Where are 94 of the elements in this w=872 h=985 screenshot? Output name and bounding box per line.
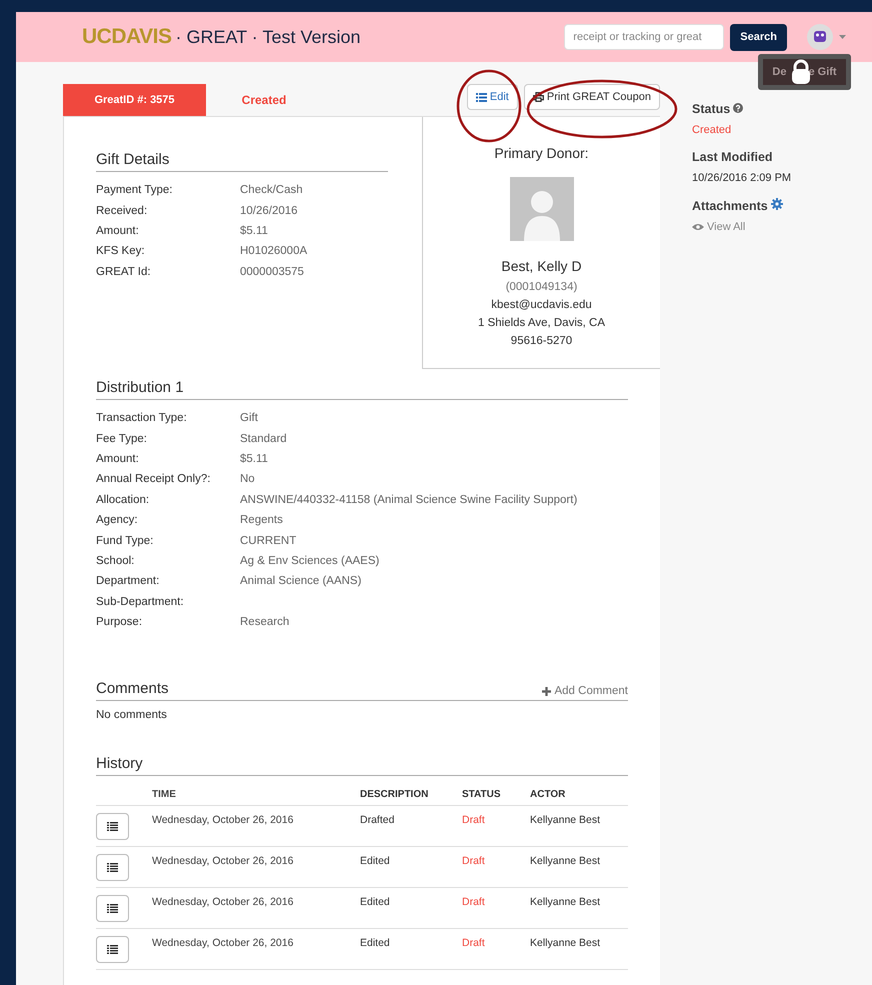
donor-email: kbest@ucdavis.edu [491,298,592,313]
field-label: Fee Type: [96,432,148,445]
field-label: Fund Type: [96,534,154,547]
field-value: ANSWINE/440332-41158 (Animal Science Swine Facility Support) [240,494,578,506]
details-button[interactable] [96,813,129,840]
search-field[interactable]: receipt or tracking or great [564,24,724,50]
tab[interactable]: Created [206,84,322,116]
field-value: 10/26/2016 [240,204,298,217]
field-label: Department: [96,575,160,588]
list-icon [107,822,118,832]
table-cell-text: Draft [462,855,486,870]
search-button[interactable]: Search [730,24,787,50]
column-header: TIME [152,789,177,802]
section-title: Distribution 1 [96,379,628,400]
field-label: Sub-Department: [96,596,185,608]
app-title: · GREAT · Test Version [175,26,361,48]
field-value: H01026000A [240,245,308,258]
view-all-link[interactable]: View All [692,221,852,233]
field-value: Gift [240,412,258,424]
details-button[interactable] [96,895,129,922]
list-icon [107,904,118,914]
column-header: ACTOR [530,789,566,802]
details-button[interactable] [96,936,129,964]
table-cell-text: Wednesday, October 26, 2016 [152,896,294,910]
donor-id: (0001049134) [506,280,578,295]
field-value: Check/Cash [240,184,303,196]
field-label: GREAT Id: [96,266,152,278]
list-icon [107,863,118,872]
field-label: Agency: [96,514,139,526]
table-cell-text: Wednesday, October 26, 2016 [152,814,294,828]
donor-name: Best, Kelly D [501,258,582,274]
field-label: Amount: [96,224,140,237]
modified-label: Last Modified [692,150,774,164]
lock-icon [791,59,811,85]
field-label: Annual Receipt Only?: [96,473,212,486]
empty-message: No comments [96,709,168,722]
donor-zip: 95616-5270 [510,334,572,349]
field-value: 0000003575 [240,266,304,278]
field-value: Animal Science (AANS) [240,575,362,588]
eye-icon [692,223,704,231]
column-header: STATUS [462,789,502,802]
field-label: Received: [96,204,148,217]
field-value: Ag & Env Sciences (AAES) [240,554,380,567]
avatar-placeholder [510,177,574,241]
table-cell-text: Kellyanne Best [530,896,602,910]
table-cell-text: Edited [360,937,391,952]
field-label: Amount: [96,452,140,465]
section-title: Comments [96,680,169,698]
field-value: $5.11 [240,452,268,465]
modified-value: 10/26/2016 2:09 PM [692,172,792,184]
section-title: Gift Details [96,151,388,172]
list-icon [107,945,118,954]
table-cell-text: Drafted [360,814,396,828]
help-icon[interactable] [733,102,744,116]
field-value: Regents [240,514,283,526]
status-value: Created [692,124,732,136]
settings-icon[interactable] [770,198,783,213]
column-header: DESCRIPTION [360,789,430,802]
table-cell-text: Wednesday, October 26, 2016 [152,937,294,952]
attachments-label: Attachments [692,198,768,212]
table-cell-text: Kellyanne Best [530,855,602,870]
table-cell-text: Draft [462,814,486,828]
tab[interactable]: GreatID #: 3575 [63,84,206,116]
section-title: History [96,755,628,776]
table-cell-text: Edited [360,855,391,870]
table-cell-text: Kellyanne Best [530,814,602,828]
donor-title: Primary Donor: [494,145,589,161]
field-label: Purpose: [96,616,144,628]
field-label: School: [96,554,136,567]
donor-address: 1 Shields Ave, Davis, CA [478,316,605,331]
add-comment-link[interactable]: Add Comment [542,685,628,698]
table-cell-text: Draft [462,896,486,910]
table-cell-text: Edited [360,896,391,910]
print-icon [532,92,544,102]
table-cell-text: Draft [462,937,486,952]
avatar-icon[interactable] [807,24,833,50]
print-button[interactable]: Print GREAT Coupon [524,84,660,110]
field-label: Allocation: [96,494,150,506]
field-value: CURRENT [240,534,296,547]
field-value: No [240,473,255,486]
field-label: Transaction Type: [96,412,188,424]
details-button[interactable] [96,854,129,882]
plus-icon [542,686,552,696]
edit-button[interactable]: Edit [466,84,518,110]
field-value: Standard [240,432,287,445]
status-label: Status [692,102,730,116]
list-icon [476,92,487,102]
university-logo: UCDAVIS [82,25,172,49]
field-value: $5.11 [240,224,268,237]
field-label: KFS Key: [96,245,146,258]
table-cell-text: Kellyanne Best [530,937,602,952]
field-label: Payment Type: [96,184,174,196]
field-value: Research [240,616,290,628]
table-cell-text: Wednesday, October 26, 2016 [152,855,294,870]
